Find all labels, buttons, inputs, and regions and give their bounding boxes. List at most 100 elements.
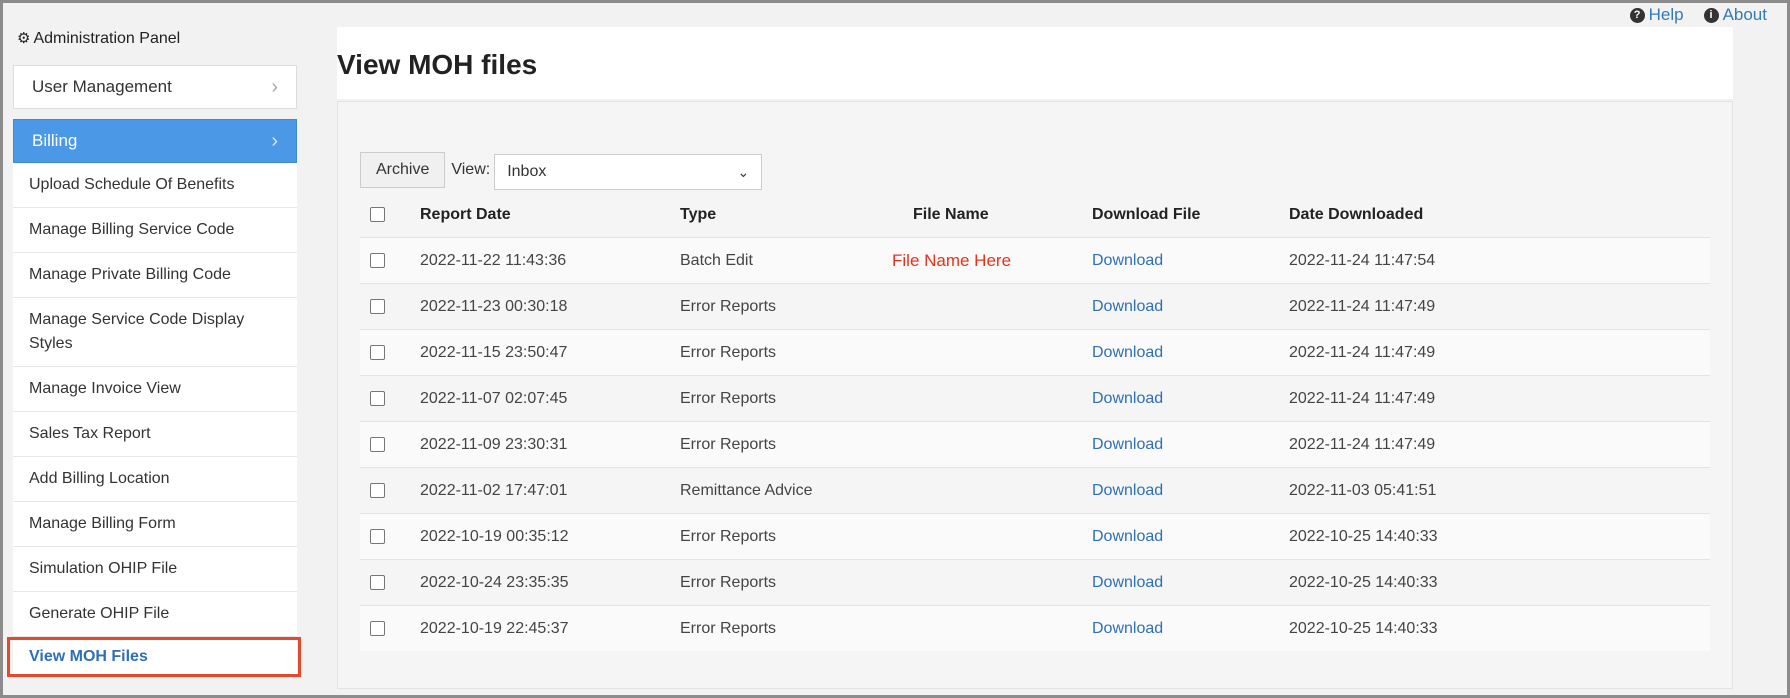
sidebar-item-generate-ohip[interactable]: Generate OHIP File bbox=[13, 592, 297, 637]
cell-type: Error Reports bbox=[680, 605, 880, 651]
panel-title: ⚙ Administration Panel bbox=[17, 30, 181, 47]
sidebar-item-sales-tax[interactable]: Sales Tax Report bbox=[13, 412, 297, 457]
sidebar-item-view-moh-files[interactable]: View MOH Files bbox=[7, 637, 301, 677]
cell-file-name bbox=[880, 467, 1092, 514]
cell-date-downloaded: 2022-11-24 11:47:54 bbox=[1289, 237, 1710, 284]
cell-type: Batch Edit bbox=[680, 237, 880, 284]
cell-date-downloaded: 2022-11-24 11:47:49 bbox=[1289, 421, 1710, 468]
cell-file-name bbox=[880, 421, 1092, 468]
chevron-right-icon: › bbox=[271, 129, 278, 152]
download-link[interactable]: Download bbox=[1092, 298, 1163, 315]
help-link[interactable]: ? Help bbox=[1629, 5, 1684, 25]
download-link[interactable]: Download bbox=[1092, 252, 1163, 269]
sidebar-item-add-billing-location[interactable]: Add Billing Location bbox=[13, 457, 297, 502]
row-checkbox[interactable] bbox=[370, 252, 385, 268]
cell-date-downloaded: 2022-11-24 11:47:49 bbox=[1289, 283, 1710, 330]
toolbar: Archive View: Inbox ⌄ bbox=[360, 152, 763, 190]
sidebar-item-billing-form[interactable]: Manage Billing Form bbox=[13, 502, 297, 547]
cell-file-name bbox=[880, 375, 1092, 422]
cell-download: Download bbox=[1092, 375, 1289, 422]
cell-report-date: 2022-11-23 00:30:18 bbox=[420, 283, 680, 330]
table-row: 2022-11-02 17:47:01 Remittance Advice Down… bbox=[360, 467, 1710, 514]
files-table: Report Date Type File Name Download File… bbox=[360, 193, 1710, 651]
cell-type: Error Reports bbox=[680, 375, 880, 422]
archive-button[interactable]: Archive bbox=[360, 152, 446, 188]
table-row: 2022-11-22 11:43:36 Batch Edit File Name H… bbox=[360, 237, 1710, 284]
cell-file-name bbox=[880, 605, 1092, 651]
cell-report-date: 2022-11-22 11:43:36 bbox=[420, 237, 680, 284]
cell-type: Remittance Advice bbox=[680, 467, 880, 514]
cell-download: Download bbox=[1092, 559, 1289, 606]
row-checkbox[interactable] bbox=[370, 298, 385, 314]
cell-download: Download bbox=[1092, 605, 1289, 651]
page-header: View MOH files bbox=[337, 27, 1733, 99]
cell-report-date: 2022-10-19 22:45:37 bbox=[420, 605, 680, 651]
cell-date-downloaded: 2022-10-25 14:40:33 bbox=[1289, 605, 1710, 651]
download-link[interactable]: Download bbox=[1092, 482, 1163, 499]
sidebar-item-billing-service-code[interactable]: Manage Billing Service Code bbox=[13, 208, 297, 253]
table-row: 2022-11-07 02:07:45 Error Reports Download… bbox=[360, 375, 1710, 422]
col-file-name: File Name bbox=[913, 206, 989, 223]
billing-submenu: Upload Schedule Of Benefits Manage Billi… bbox=[7, 163, 301, 677]
cell-date-downloaded: 2022-10-25 14:40:33 bbox=[1289, 513, 1710, 560]
cell-report-date: 2022-10-24 23:35:35 bbox=[420, 559, 680, 606]
cell-report-date: 2022-11-09 23:30:31 bbox=[420, 421, 680, 468]
view-label: View: bbox=[451, 161, 491, 178]
top-links: ? Help i About bbox=[1629, 5, 1767, 25]
download-link[interactable]: Download bbox=[1092, 620, 1163, 637]
cell-report-date: 2022-10-19 00:35:12 bbox=[420, 513, 680, 560]
download-link[interactable]: Download bbox=[1092, 528, 1163, 545]
sidebar: ⚙ Administration Panel User Management › … bbox=[7, 25, 301, 677]
table-row: 2022-10-19 22:45:37 Error Reports Download… bbox=[360, 605, 1710, 651]
cell-file-name: File Name Here bbox=[880, 237, 1092, 284]
about-link[interactable]: i About bbox=[1703, 5, 1767, 25]
table-row: 2022-11-09 23:30:31 Error Reports Download… bbox=[360, 421, 1710, 468]
cell-report-date: 2022-11-02 17:47:01 bbox=[420, 467, 680, 514]
select-all-checkbox[interactable] bbox=[370, 207, 385, 223]
sidebar-item-invoice-view[interactable]: Manage Invoice View bbox=[13, 367, 297, 412]
cell-date-downloaded: 2022-11-24 11:47:49 bbox=[1289, 375, 1710, 422]
cell-download: Download bbox=[1092, 421, 1289, 468]
download-link[interactable]: Download bbox=[1092, 390, 1163, 407]
sidebar-item-simulation-ohip[interactable]: Simulation OHIP File bbox=[13, 547, 297, 592]
cell-type: Error Reports bbox=[680, 513, 880, 560]
row-checkbox[interactable] bbox=[370, 390, 385, 406]
row-checkbox[interactable] bbox=[370, 436, 385, 452]
col-type: Type bbox=[680, 206, 717, 223]
question-icon: ? bbox=[1629, 7, 1645, 23]
table-row: 2022-11-23 00:30:18 Error Reports Download… bbox=[360, 283, 1710, 330]
sidebar-item-upload-schedule[interactable]: Upload Schedule Of Benefits bbox=[13, 163, 297, 208]
view-select[interactable]: Inbox ⌄ bbox=[494, 154, 763, 190]
row-checkbox[interactable] bbox=[370, 344, 385, 360]
row-checkbox[interactable] bbox=[370, 574, 385, 590]
info-icon: i bbox=[1703, 7, 1719, 23]
cell-type: Error Reports bbox=[680, 559, 880, 606]
chevron-right-icon: › bbox=[271, 75, 278, 98]
table-header-row: Report Date Type File Name Download File… bbox=[360, 193, 1710, 238]
cell-date-downloaded: 2022-10-25 14:40:33 bbox=[1289, 559, 1710, 606]
sidebar-item-private-billing-code[interactable]: Manage Private Billing Code bbox=[13, 253, 297, 298]
download-link[interactable]: Download bbox=[1092, 436, 1163, 453]
gear-icon: ⚙ bbox=[17, 30, 31, 47]
download-link[interactable]: Download bbox=[1092, 344, 1163, 361]
row-checkbox[interactable] bbox=[370, 482, 385, 498]
table-row: 2022-10-19 00:35:12 Error Reports Download… bbox=[360, 513, 1710, 560]
nav-billing[interactable]: Billing › bbox=[13, 119, 297, 163]
download-link[interactable]: Download bbox=[1092, 574, 1163, 591]
row-checkbox[interactable] bbox=[370, 528, 385, 544]
cell-type: Error Reports bbox=[680, 329, 880, 376]
sidebar-item-service-code-styles[interactable]: Manage Service Code Display Styles bbox=[13, 298, 297, 367]
nav-user-management[interactable]: User Management › bbox=[13, 65, 297, 109]
row-checkbox[interactable] bbox=[370, 620, 385, 636]
moh-files-panel: Archive View: Inbox ⌄ Report Date Type F… bbox=[337, 101, 1733, 689]
cell-file-name bbox=[880, 513, 1092, 560]
cell-type: Error Reports bbox=[680, 421, 880, 468]
cell-download: Download bbox=[1092, 329, 1289, 376]
cell-download: Download bbox=[1092, 283, 1289, 330]
cell-file-name bbox=[880, 329, 1092, 376]
cell-type: Error Reports bbox=[680, 283, 880, 330]
cell-file-name bbox=[880, 283, 1092, 330]
cell-download: Download bbox=[1092, 467, 1289, 514]
cell-date-downloaded: 2022-11-03 05:41:51 bbox=[1289, 467, 1710, 514]
cell-download: Download bbox=[1092, 513, 1289, 560]
